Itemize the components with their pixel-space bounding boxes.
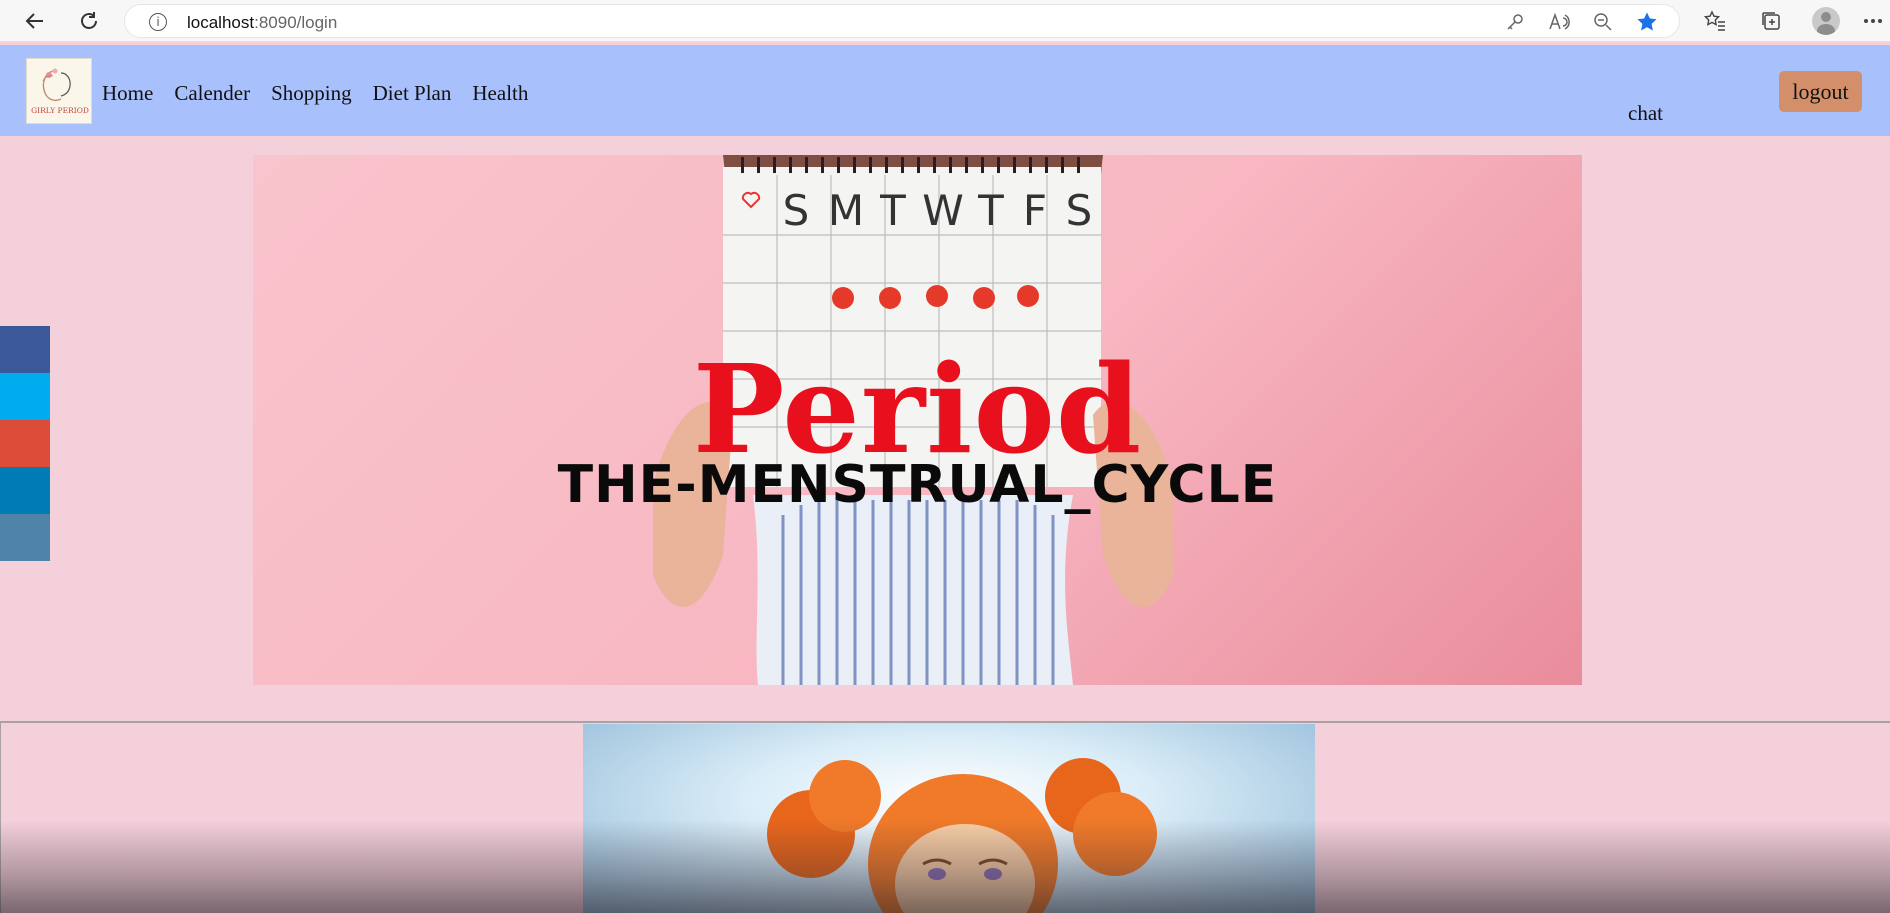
favorite-star-icon[interactable]	[1635, 10, 1659, 34]
back-icon[interactable]	[20, 6, 50, 36]
more-menu-icon[interactable]	[1858, 6, 1888, 36]
calendar-day-f: F	[1023, 186, 1047, 235]
hero-subtitle: THE-MENSTRUAL_CYCLE	[557, 455, 1278, 515]
section-divider	[0, 721, 1890, 723]
calendar-day-t2: T	[977, 186, 1004, 235]
main-menu: Home Calender Shopping Diet Plan Health	[102, 81, 528, 106]
zoom-out-icon[interactable]	[1591, 10, 1615, 34]
nav-shopping[interactable]: Shopping	[271, 81, 352, 106]
calendar-day-s: S	[783, 186, 810, 235]
google-share-icon[interactable]	[0, 420, 50, 467]
collections-icon[interactable]	[1756, 6, 1786, 36]
linkedin-share-icon[interactable]	[0, 467, 50, 514]
url-text: localhost:8090/login	[187, 13, 337, 33]
nav-diet-plan[interactable]: Diet Plan	[373, 81, 452, 106]
hero-banner: S M T W T F S Period THE-MENSTRUAL_CYCLE	[253, 155, 1582, 685]
cartoon-girl-image	[767, 758, 1157, 913]
site-header: GIRLY PERIOD Home Calender Shopping Diet…	[0, 45, 1890, 136]
facebook-share-icon[interactable]	[0, 326, 50, 373]
profile-avatar-icon[interactable]	[1812, 7, 1840, 35]
site-logo[interactable]: GIRLY PERIOD	[26, 58, 92, 124]
logo-text: GIRLY PERIOD	[31, 106, 89, 115]
nav-home[interactable]: Home	[102, 81, 153, 106]
refresh-icon[interactable]	[74, 6, 104, 36]
calendar-day-m: M	[828, 186, 864, 235]
section-border	[0, 721, 1, 913]
info-icon[interactable]: i	[149, 13, 167, 31]
nav-health[interactable]: Health	[472, 81, 528, 106]
read-aloud-icon[interactable]	[1547, 10, 1571, 34]
calendar-day-s2: S	[1066, 186, 1093, 235]
chat-link[interactable]: chat	[1628, 101, 1663, 126]
nav-calender[interactable]: Calender	[174, 81, 250, 106]
logout-button[interactable]: logout	[1779, 71, 1862, 112]
cartoon-video[interactable]	[583, 724, 1315, 913]
calendar-day-w: W	[922, 186, 964, 235]
url-host: localhost	[187, 13, 255, 32]
browser-toolbar: i localhost:8090/login	[0, 0, 1890, 42]
twitter-share-icon[interactable]	[0, 373, 50, 420]
tumblr-share-icon[interactable]	[0, 514, 50, 561]
url-path: :8090/login	[254, 13, 338, 32]
social-share-bar	[0, 326, 50, 561]
password-key-icon[interactable]	[1503, 10, 1527, 34]
favorites-icon[interactable]	[1700, 6, 1730, 36]
calendar-day-t: T	[879, 186, 906, 235]
address-bar[interactable]: i localhost:8090/login	[124, 4, 1680, 38]
